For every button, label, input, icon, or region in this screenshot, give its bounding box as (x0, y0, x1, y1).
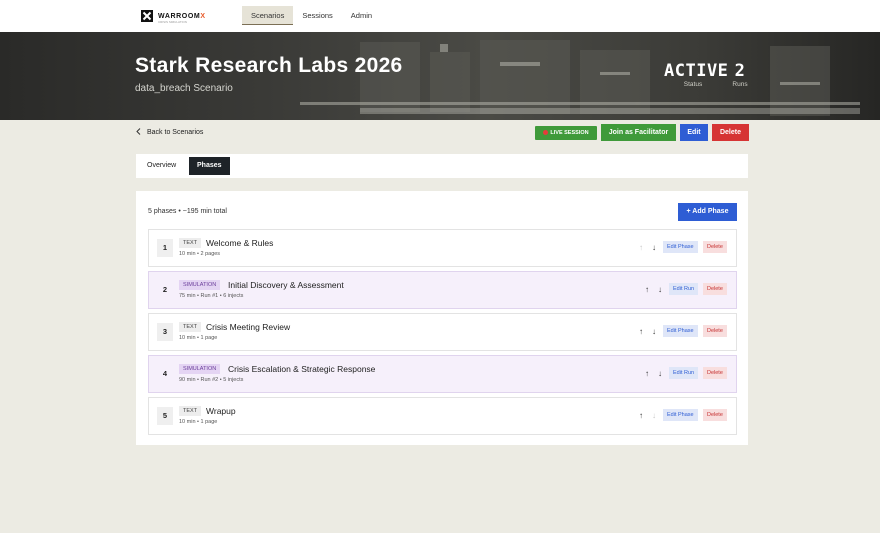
edit-run-button[interactable]: Edit Run (669, 367, 699, 379)
phase-row: 3 TEXT Crisis Meeting Review 10 min • 1 … (148, 313, 737, 351)
scenario-title: Stark Research Labs 2026 (135, 54, 403, 77)
phase-title: Crisis Meeting Review (206, 322, 291, 332)
phase-row: 2 SIMULATION Initial Discovery & Assessm… (148, 271, 737, 309)
add-phase-button[interactable]: + Add Phase (678, 203, 737, 221)
phase-number: 5 (157, 407, 173, 425)
move-down-icon[interactable]: ↓ (658, 369, 662, 379)
phase-type-badge: TEXT (179, 406, 202, 416)
delete-phase-button[interactable]: Delete (703, 325, 727, 337)
nav-tab-scenarios[interactable]: Scenarios (242, 6, 294, 25)
edit-phase-button[interactable]: Edit Phase (663, 409, 698, 421)
app-logo[interactable]: WARROOMX CRISIS SIMULATION (141, 9, 206, 24)
delete-phase-button[interactable]: Delete (703, 241, 727, 253)
join-as-facilitator-button[interactable]: Join as Facilitator (601, 124, 676, 141)
move-up-icon[interactable]: ↑ (639, 411, 643, 421)
logo-subtitle: CRISIS SIMULATION (158, 20, 187, 24)
phase-row: 5 TEXT Wrapup 10 min • 1 page ↑ ↓ Edit P… (148, 397, 737, 435)
nav-tab-admin[interactable]: Admin (342, 6, 381, 25)
status-stat: ACTIVE Status (664, 61, 729, 88)
phase-row: 1 TEXT Welcome & Rules 10 min • 2 pages … (148, 229, 737, 267)
phase-number: 1 (157, 239, 173, 257)
move-up-icon[interactable]: ↑ (645, 369, 649, 379)
edit-phase-button[interactable]: Edit Phase (663, 241, 698, 253)
phase-title: Welcome & Rules (206, 238, 274, 248)
move-up-icon[interactable]: ↑ (645, 285, 649, 295)
edit-scenario-button[interactable]: Edit (680, 124, 708, 141)
phases-panel: 5 phases • ~195 min total + Add Phase 1 … (136, 191, 748, 445)
back-to-scenarios-link[interactable]: Back to Scenarios (136, 128, 203, 137)
phase-meta: 10 min • 1 page (179, 335, 218, 341)
live-session-label: LIVE SESSION (550, 130, 589, 136)
scenario-hero: Stark Research Labs 2026 data_breach Sce… (0, 32, 880, 120)
tab-overview[interactable]: Overview (139, 157, 184, 175)
logo-text: WARROOMX (158, 12, 206, 20)
phase-row: 4 SIMULATION Crisis Escalation & Strateg… (148, 355, 737, 393)
status-value: ACTIVE (664, 61, 729, 81)
phase-number: 2 (162, 285, 168, 294)
phase-meta: 75 min • Run #1 • 6 injects (179, 293, 244, 299)
edit-run-button[interactable]: Edit Run (669, 283, 699, 295)
back-label: Back to Scenarios (147, 129, 204, 136)
top-nav: WARROOMX CRISIS SIMULATION Scenarios Ses… (0, 0, 880, 32)
nav-tab-sessions[interactable]: Sessions (293, 6, 341, 25)
logo-x-icon (141, 10, 153, 22)
phase-meta: 10 min • 2 pages (179, 251, 221, 257)
scenario-tabs: Overview Phases (136, 154, 748, 178)
status-label: Status (683, 81, 703, 88)
runs-label: Runs (732, 81, 748, 88)
delete-phase-button[interactable]: Delete (703, 409, 727, 421)
phase-type-badge: TEXT (179, 322, 202, 332)
edit-phase-button[interactable]: Edit Phase (663, 325, 698, 337)
phase-title: Crisis Escalation & Strategic Response (228, 364, 376, 374)
runs-value: 2 (734, 61, 746, 81)
move-down-icon[interactable]: ↓ (652, 327, 656, 337)
scenario-type: data_breach Scenario (135, 83, 233, 94)
main-nav: Scenarios Sessions Admin (242, 6, 381, 25)
phase-title: Initial Discovery & Assessment (228, 280, 344, 290)
tab-phases[interactable]: Phases (189, 157, 230, 175)
phase-number: 3 (157, 323, 173, 341)
move-down-icon[interactable]: ↓ (652, 243, 656, 253)
move-up-icon: ↑ (639, 243, 643, 252)
live-dot-icon (543, 129, 549, 135)
phase-number: 4 (162, 369, 168, 378)
delete-phase-button[interactable]: Delete (703, 283, 727, 295)
move-down-icon[interactable]: ↓ (658, 285, 662, 295)
delete-phase-button[interactable]: Delete (703, 367, 727, 379)
phase-type-badge: SIMULATION (179, 280, 221, 290)
phase-type-badge: TEXT (179, 238, 202, 248)
phase-type-badge: SIMULATION (179, 364, 221, 374)
move-down-icon: ↓ (652, 411, 656, 420)
chevron-left-icon (136, 128, 141, 137)
runs-stat: 2 Runs (728, 62, 752, 88)
live-session-button[interactable]: LIVE SESSION (535, 126, 597, 140)
phase-meta: 10 min • 1 page (179, 419, 218, 425)
phase-meta: 90 min • Run #2 • 5 injects (179, 377, 244, 383)
delete-scenario-button[interactable]: Delete (712, 124, 749, 141)
phase-title: Wrapup (206, 406, 236, 416)
move-up-icon[interactable]: ↑ (639, 327, 643, 337)
phases-summary: 5 phases • ~195 min total (148, 208, 227, 215)
